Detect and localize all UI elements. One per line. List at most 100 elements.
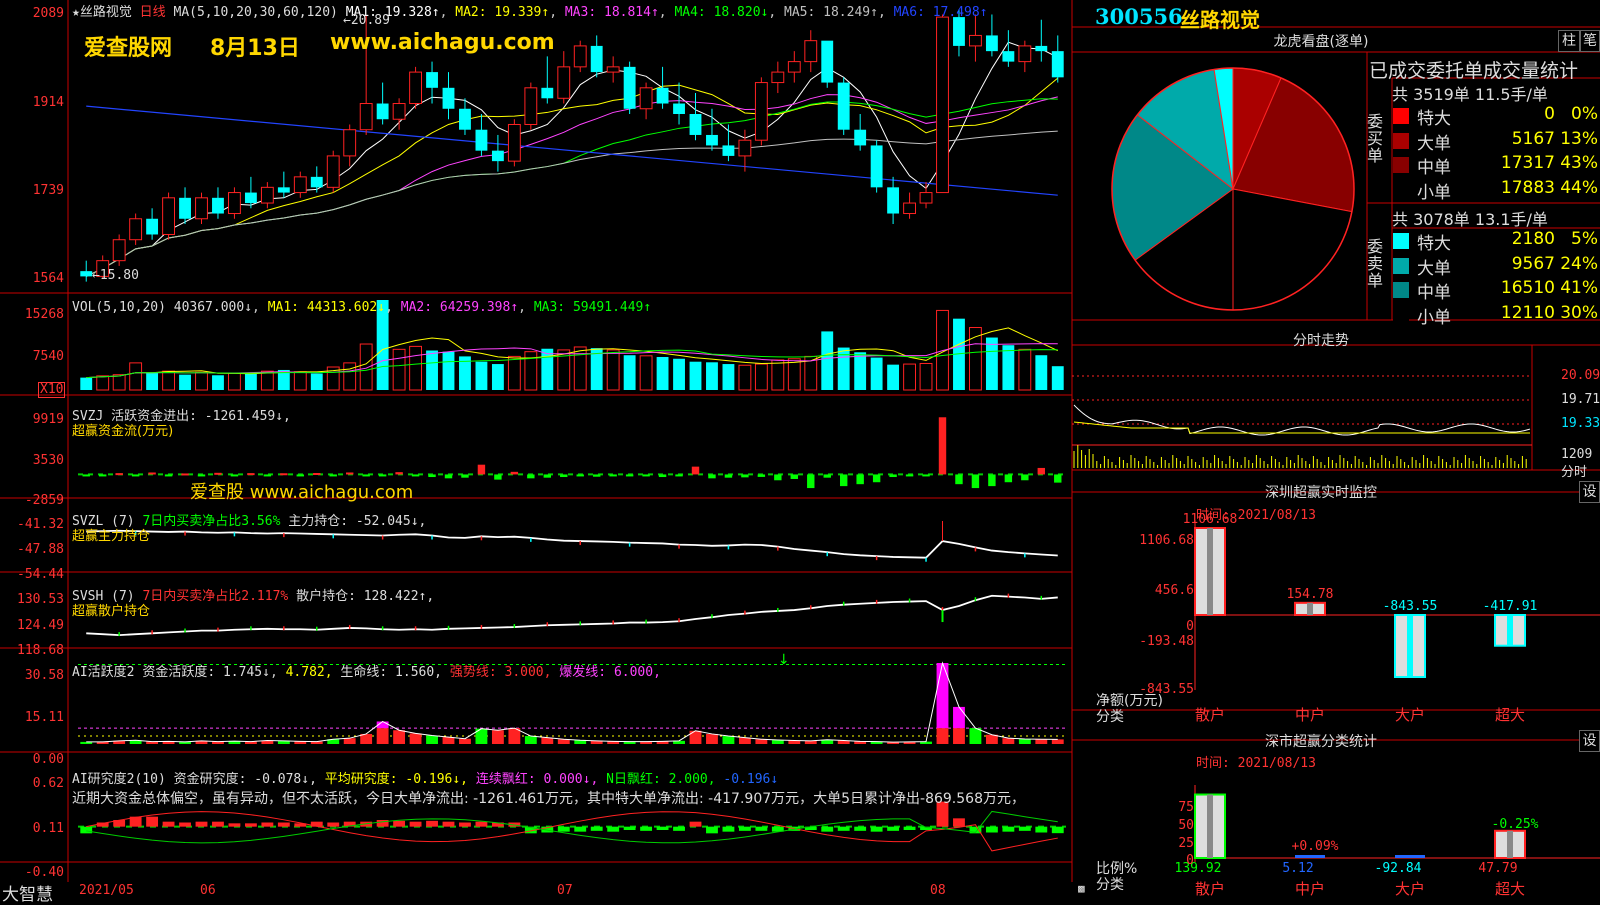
- vol-bar-down: [442, 351, 455, 390]
- kline-ma4-line: [86, 98, 1058, 277]
- buy-swatch-2: [1393, 132, 1409, 149]
- ma6-value: MA6: 17.498↑: [893, 5, 988, 20]
- ai2-bar: [673, 826, 685, 831]
- ai2-bar: [459, 822, 471, 827]
- stat-title: 已成交委托单成交量统计: [1369, 60, 1579, 82]
- vol-bar-down: [623, 355, 636, 390]
- ai1-bar: [969, 728, 982, 744]
- buy-row-vol-1: 0: [1544, 104, 1555, 124]
- monitor-bar-stripe: [1307, 602, 1313, 615]
- xaxis-label-2: 06: [200, 883, 216, 898]
- kline-candle-down: [442, 87, 455, 109]
- ai1-bar-hot: [953, 706, 965, 729]
- kline-candle-up: [573, 45, 587, 68]
- ai2-bar: [722, 826, 735, 832]
- vol-bar-down: [1002, 345, 1015, 390]
- kline-candle-up: [606, 66, 620, 73]
- ai2-bar: [887, 826, 900, 831]
- ai2-bar: [409, 821, 422, 827]
- svzl-ytick-3: -54.44: [17, 567, 64, 582]
- buy-row-pct-4: 44%: [1560, 177, 1598, 198]
- svzj-bar: [280, 473, 288, 476]
- svzj-bar: [889, 474, 897, 478]
- sell-row-name-2: 大单: [1417, 258, 1451, 279]
- kline-candle-up: [903, 202, 916, 215]
- ai2-bar: [854, 826, 867, 831]
- kline-candle-down: [80, 271, 93, 277]
- ai2-bar: [80, 826, 93, 834]
- lock-icon[interactable]: ▩: [1078, 882, 1085, 895]
- svzj-bar: [345, 472, 354, 475]
- ai1-bar: [343, 738, 356, 744]
- ai1-v1: 资金活跃度: 1.745↓: [142, 665, 270, 680]
- kline-candle-down: [376, 103, 389, 120]
- svzj-bar: [527, 474, 535, 479]
- kline-candle-down: [212, 197, 224, 214]
- tick-mode-button[interactable]: 笔: [1580, 30, 1600, 52]
- ai1-bar: [1002, 738, 1015, 744]
- ai2-bar: [574, 826, 587, 832]
- kline-candle-down: [821, 40, 834, 83]
- monitor-settings-button[interactable]: 设: [1579, 481, 1600, 503]
- monitor-bar-label-2: 154.78: [1287, 587, 1334, 602]
- watermark-mid: 爱查股 www.aichagu.com: [190, 482, 414, 503]
- kline-candle-down: [722, 145, 735, 156]
- ai1-bar: [722, 736, 735, 744]
- vol-bar-down: [722, 364, 735, 390]
- kline-candle-down: [1051, 51, 1064, 78]
- vol-bar-up: [392, 348, 406, 391]
- sell-swatch-4: [1393, 306, 1409, 323]
- bar-mode-button[interactable]: 柱: [1558, 30, 1580, 52]
- kline-candle-down: [541, 87, 554, 99]
- kline-candle-up: [639, 87, 653, 110]
- sell-row-vol-3: 16510: [1500, 278, 1555, 298]
- kline-candle-up: [195, 197, 208, 220]
- vol-bar-down: [706, 362, 718, 390]
- sell-row-name-4: 小单: [1417, 307, 1451, 328]
- classify-ytick-2: 50: [1178, 818, 1194, 833]
- svzj-bar: [313, 473, 321, 476]
- kline-candle-down: [1035, 45, 1048, 52]
- buy-row-pct-2: 13%: [1560, 128, 1598, 149]
- kline-ytick-1: 2089: [32, 6, 64, 21]
- kline-candle-up: [392, 103, 406, 120]
- ai2-ytick-3: -0.40: [24, 865, 64, 880]
- svzj-bar: [724, 474, 733, 478]
- buy-row-name-3: 中单: [1417, 158, 1451, 178]
- kline-candle-down: [706, 134, 718, 146]
- vol-bar-down: [426, 350, 438, 390]
- kline-candle-down: [491, 150, 504, 162]
- ai2-v4: N日飘红: 2.000,: [606, 772, 716, 787]
- kline-candle-up: [557, 66, 571, 99]
- classify-bar-body: [1395, 855, 1425, 858]
- svsh-ytick-3: 118.68: [17, 643, 64, 658]
- kline-candle-down: [689, 114, 702, 135]
- ai1-bar: [426, 735, 438, 744]
- classify-bar-1: [1194, 793, 1226, 859]
- classify-bar-stripe: [1507, 830, 1513, 858]
- ai2-bar: [607, 826, 620, 832]
- sell-row-vol-4: 12110: [1500, 302, 1555, 323]
- svzj-bar: [955, 474, 963, 485]
- ai1-arrow-icon: ↓: [778, 652, 790, 668]
- ma2-value: MA2: 19.339↑: [455, 5, 550, 20]
- sell-row-vol-1: 2180: [1511, 229, 1555, 249]
- ai1-ytick-3: 0.00: [32, 752, 64, 767]
- svsh-desc2: 散户持仓: 128.422↑,: [296, 589, 435, 604]
- sell-row-pct-4: 30%: [1560, 302, 1598, 323]
- ai2-bar: [327, 822, 340, 827]
- intraday-ytick-2: 19.71: [1561, 392, 1600, 407]
- ai2-bar: [1002, 826, 1015, 832]
- vol-bar-down: [673, 358, 685, 390]
- vol-bar-up: [507, 355, 521, 391]
- ai2-bar: [985, 826, 998, 833]
- vol-bar-up: [96, 375, 110, 391]
- buy-swatch-3: [1393, 157, 1409, 173]
- kline-period[interactable]: 日线: [140, 5, 166, 20]
- monitor-bar-3: [1394, 614, 1426, 678]
- ai1-bar: [1018, 738, 1031, 744]
- buy-swatch-4: [1393, 181, 1409, 198]
- kline-candle-down: [277, 187, 290, 193]
- vol-bar-down: [656, 356, 669, 390]
- classify-settings-button[interactable]: 设: [1579, 730, 1600, 752]
